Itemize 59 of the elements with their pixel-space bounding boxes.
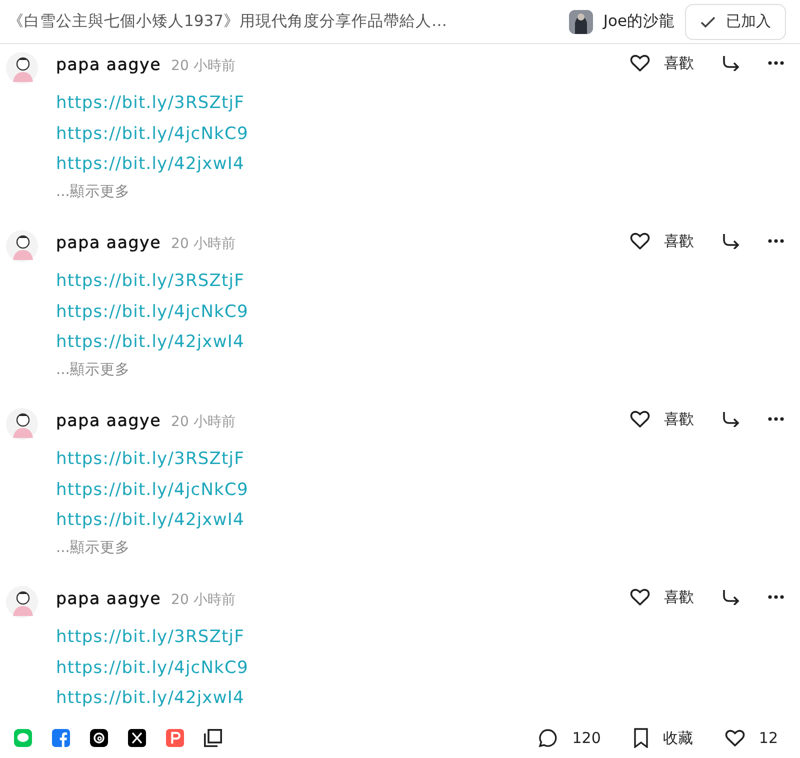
like-button[interactable]: 喜歡	[630, 54, 694, 72]
avatar[interactable]	[6, 52, 38, 84]
author-name[interactable]: papa aagye	[56, 55, 162, 74]
link[interactable]: https://bit.ly/42jxwI4	[56, 505, 244, 536]
threads-logo-icon[interactable]	[90, 729, 108, 747]
link[interactable]: https://bit.ly/3RSZtjF	[56, 622, 244, 652]
timestamp: 20 小時前	[171, 235, 236, 253]
heart-icon	[630, 54, 650, 72]
like-button[interactable]: 喜歡	[630, 232, 694, 250]
bookmark-label[interactable]: 收藏	[662, 728, 693, 748]
heart-icon	[630, 588, 650, 606]
x-logo-icon[interactable]	[128, 729, 146, 747]
show-more-link[interactable]: ...顯示更多	[56, 360, 130, 378]
avatar[interactable]	[6, 408, 38, 440]
heart-icon	[630, 410, 650, 428]
link[interactable]: https://bit.ly/3RSZtjF	[56, 88, 244, 118]
link[interactable]: https://bit.ly/4jcNkC9	[56, 652, 248, 683]
salon-name[interactable]: Joe的沙龍	[603, 11, 675, 32]
reply-icon[interactable]	[722, 589, 740, 605]
more-icon[interactable]	[768, 417, 784, 421]
link[interactable]: https://bit.ly/3RSZtjF	[56, 266, 244, 296]
more-icon[interactable]	[768, 239, 784, 243]
avatar[interactable]	[6, 586, 38, 618]
link[interactable]: https://bit.ly/42jxwI4	[56, 683, 244, 714]
show-more-link[interactable]: ...顯示更多	[56, 538, 130, 556]
link[interactable]: https://bit.ly/4jcNkC9	[56, 296, 248, 327]
author-name[interactable]: papa aagye	[56, 233, 162, 252]
like-count: 12	[758, 729, 778, 747]
article-title[interactable]: 《白雪公主與七個小矮人1937》用現代角度分享作品帶給人…	[8, 11, 560, 32]
reply-icon[interactable]	[722, 233, 740, 249]
plurk-logo-icon[interactable]	[166, 729, 184, 747]
comment-count: 120	[572, 729, 601, 747]
check-icon	[700, 16, 716, 28]
link[interactable]: https://bit.ly/4jcNkC9	[56, 118, 248, 149]
link[interactable]: https://bit.ly/4jcNkC9	[56, 474, 248, 505]
author-name[interactable]: papa aagye	[56, 589, 162, 608]
link[interactable]: https://bit.ly/3RSZtjF	[56, 444, 244, 474]
heart-icon	[630, 232, 650, 250]
facebook-logo-icon[interactable]	[52, 729, 70, 747]
link[interactable]: https://bit.ly/42jxwI4	[56, 327, 244, 358]
show-more-link[interactable]: ...顯示更多	[56, 182, 130, 200]
avatar[interactable]	[6, 230, 38, 262]
link[interactable]: https://bit.ly/42jxwI4	[56, 149, 244, 180]
timestamp: 20 小時前	[171, 57, 236, 75]
more-icon[interactable]	[768, 595, 784, 599]
timestamp: 20 小時前	[171, 413, 236, 431]
copy-icon[interactable]	[204, 729, 222, 747]
more-icon[interactable]	[768, 61, 784, 65]
author-name[interactable]: papa aagye	[56, 411, 162, 430]
like-button[interactable]: 喜歡	[630, 588, 694, 606]
bookmark-icon[interactable]	[632, 728, 649, 748]
comment-icon[interactable]	[538, 728, 558, 748]
salon-avatar-icon	[569, 10, 594, 34]
like-icon[interactable]	[724, 729, 745, 747]
timestamp: 20 小時前	[171, 591, 236, 609]
joined-button[interactable]: 已加入	[685, 4, 786, 40]
like-button[interactable]: 喜歡	[630, 410, 694, 428]
reply-icon[interactable]	[722, 55, 740, 71]
reply-icon[interactable]	[722, 411, 740, 427]
